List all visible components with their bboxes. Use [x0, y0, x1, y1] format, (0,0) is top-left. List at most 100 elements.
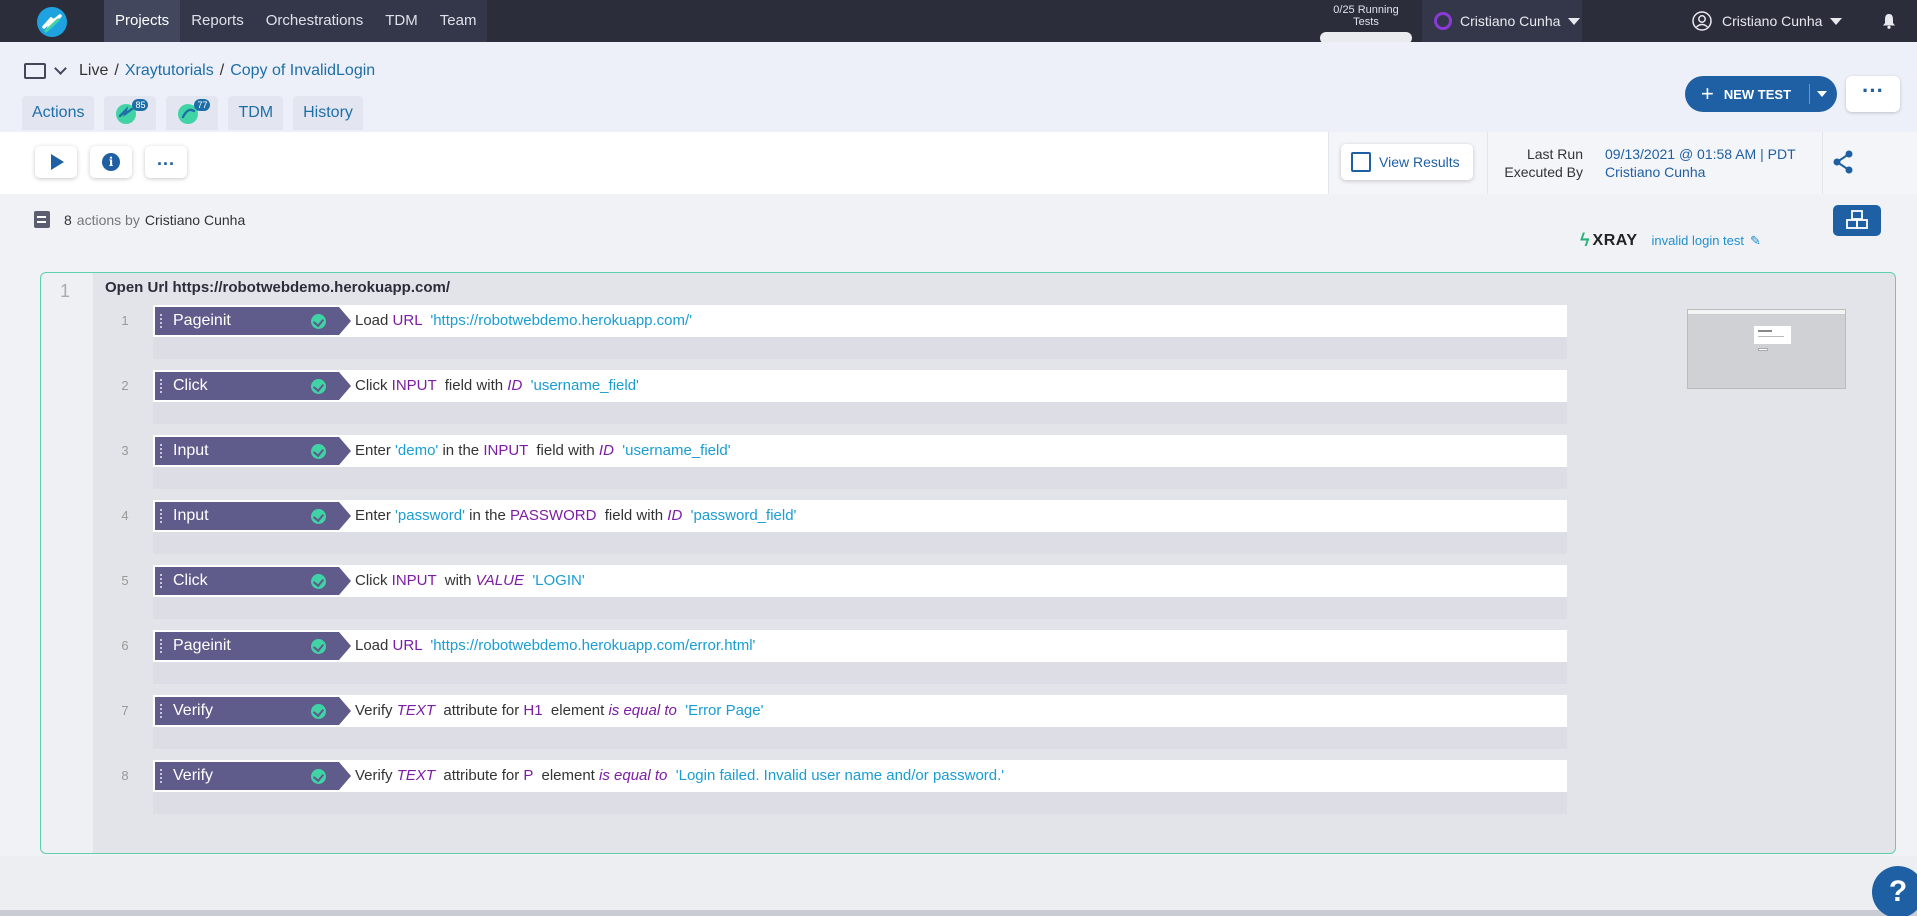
- tab-actions[interactable]: Actions: [22, 96, 95, 130]
- step-content[interactable]: Pageinit Load URL 'https://robotwebdemo.h…: [153, 305, 1567, 337]
- nav-team[interactable]: Team: [429, 0, 488, 42]
- run-values: 09/13/2021 @ 01:58 AM | PDT Cristiano Cu…: [1605, 145, 1796, 181]
- step-group-title[interactable]: Open Url https://robotwebdemo.herokuapp.…: [105, 279, 450, 296]
- step-row[interactable]: 2 Click Click INPUT field with ID 'usernam…: [105, 370, 1567, 426]
- step-content[interactable]: Input Enter 'password' in the PASSWORD fi…: [153, 500, 1567, 532]
- drag-handle-icon[interactable]: [160, 639, 163, 653]
- xray-test-name[interactable]: invalid login test: [1652, 233, 1745, 248]
- step-row[interactable]: 4 Input Enter 'password' in the PASSWORD f…: [105, 500, 1567, 556]
- step-value: 'password': [395, 507, 465, 524]
- step-content[interactable]: Pageinit Load URL 'https://robotwebdemo.h…: [153, 630, 1567, 662]
- help-button[interactable]: ?: [1872, 866, 1917, 916]
- nav-tdm[interactable]: TDM: [374, 0, 429, 42]
- step-content[interactable]: Click Click INPUT with VALUE 'LOGIN': [153, 565, 1567, 597]
- step-content[interactable]: Input Enter 'demo' in the INPUT field wit…: [153, 435, 1567, 467]
- app-logo-icon[interactable]: [36, 6, 68, 38]
- step-token: TEXT: [396, 767, 436, 784]
- step-group-index: 1: [60, 281, 71, 301]
- tab-mobile-runs[interactable]: 77: [166, 96, 219, 130]
- nav-reports[interactable]: Reports: [180, 0, 255, 42]
- breadcrumb-test[interactable]: Copy of InvalidLogin: [230, 62, 375, 80]
- tab-browser-runs[interactable]: 85: [104, 96, 157, 130]
- step-row[interactable]: 8 Verify Verify TEXT attribute for P eleme…: [105, 760, 1567, 816]
- view-results-button[interactable]: View Results: [1341, 144, 1473, 180]
- org-user-menu[interactable]: Cristiano Cunha: [1422, 0, 1582, 42]
- step-keyword[interactable]: Input: [155, 437, 351, 465]
- step-substep-area: [153, 727, 1567, 749]
- step-keyword[interactable]: Click: [155, 567, 351, 595]
- xray-link: ϟ XRAY invalid login test ✎: [1580, 230, 1761, 251]
- step-keyword[interactable]: Verify: [155, 697, 351, 725]
- account-user-menu[interactable]: Cristiano Cunha: [1692, 0, 1843, 42]
- step-content[interactable]: Verify Verify TEXT attribute for P elemen…: [153, 760, 1567, 792]
- step-description[interactable]: Load URL 'https://robotwebdemo.herokuapp…: [355, 630, 755, 662]
- actions-count: 8: [64, 211, 72, 228]
- more-options-button[interactable]: ···: [1846, 76, 1900, 112]
- integrations-button[interactable]: [1833, 205, 1881, 236]
- step-text: [667, 767, 675, 784]
- share-icon[interactable]: [1823, 142, 1863, 182]
- keyword-arrow: [339, 372, 351, 400]
- step-text: element: [542, 702, 609, 719]
- step-description[interactable]: Click INPUT with VALUE 'LOGIN': [355, 565, 585, 597]
- executed-by-value[interactable]: Cristiano Cunha: [1605, 163, 1796, 181]
- run-button[interactable]: [35, 146, 77, 178]
- step-text: Verify: [355, 767, 397, 784]
- nav-orchestrations[interactable]: Orchestrations: [255, 0, 375, 42]
- step-keyword[interactable]: Pageinit: [155, 632, 351, 660]
- executed-by-label: Executed By: [1504, 164, 1583, 180]
- step-description[interactable]: Verify TEXT attribute for H1 element is …: [355, 695, 763, 727]
- keyword-arrow: [339, 697, 351, 725]
- running-tests-indicator[interactable]: 0/25 Running Tests: [1320, 4, 1412, 44]
- pencil-icon[interactable]: ✎: [1750, 233, 1761, 249]
- drag-handle-icon[interactable]: [160, 704, 163, 718]
- last-run-value[interactable]: 09/13/2021 @ 01:58 AM | PDT: [1605, 145, 1796, 163]
- step-keyword[interactable]: Click: [155, 372, 351, 400]
- breadcrumb-project[interactable]: Xraytutorials: [125, 62, 214, 80]
- bell-icon[interactable]: [1882, 13, 1896, 29]
- step-keyword[interactable]: Input: [155, 502, 351, 530]
- drag-handle-icon[interactable]: [160, 314, 163, 328]
- drag-handle-icon[interactable]: [160, 379, 163, 393]
- drag-handle-icon[interactable]: [160, 769, 163, 783]
- info-button[interactable]: i: [90, 146, 132, 178]
- keyword-arrow: [339, 437, 351, 465]
- drag-handle-icon[interactable]: [160, 509, 163, 523]
- drag-handle-icon[interactable]: [160, 574, 163, 588]
- nav-projects[interactable]: Projects: [104, 0, 181, 42]
- step-description[interactable]: Click INPUT field with ID 'username_fiel…: [355, 370, 639, 402]
- step-substep-area: [153, 467, 1567, 489]
- step-token: is equal to: [608, 702, 677, 719]
- step-row[interactable]: 1 Pageinit Load URL 'https://robotwebdemo.…: [105, 305, 1567, 361]
- step-content[interactable]: Verify Verify TEXT attribute for H1 eleme…: [153, 695, 1567, 727]
- step-row[interactable]: 3 Input Enter 'demo' in the INPUT field wi…: [105, 435, 1567, 491]
- step-text: Enter: [355, 442, 396, 459]
- step-description[interactable]: Load URL 'https://robotwebdemo.herokuapp…: [355, 305, 692, 337]
- step-text: Verify: [355, 702, 397, 719]
- step-description[interactable]: Enter 'password' in the PASSWORD field w…: [355, 500, 796, 532]
- step-description[interactable]: Verify TEXT attribute for P element is e…: [355, 760, 1004, 792]
- step-value: 'username_field': [530, 377, 639, 394]
- toolbar-more-button[interactable]: ...: [145, 146, 187, 178]
- chevron-down-icon[interactable]: [54, 62, 67, 75]
- step-group-gutter: 1: [41, 273, 93, 853]
- test-header: Live / Xraytutorials / Copy of InvalidLo…: [0, 42, 1917, 132]
- step-keyword[interactable]: Pageinit: [155, 307, 351, 335]
- screenshot-thumbnail[interactable]: [1687, 309, 1846, 389]
- monitor-icon[interactable]: [24, 63, 46, 79]
- step-row[interactable]: 6 Pageinit Load URL 'https://robotwebdemo.…: [105, 630, 1567, 686]
- step-text: attribute for: [435, 767, 524, 784]
- step-text: Enter: [355, 507, 396, 524]
- step-description[interactable]: Enter 'demo' in the INPUT field with ID …: [355, 435, 731, 467]
- step-row[interactable]: 7 Verify Verify TEXT attribute for H1 elem…: [105, 695, 1567, 751]
- new-test-button[interactable]: + NEW TEST: [1685, 76, 1837, 112]
- step-keyword[interactable]: Verify: [155, 762, 351, 790]
- step-token: URL: [392, 312, 422, 329]
- tab-tdm[interactable]: TDM: [228, 96, 284, 130]
- drag-handle-icon[interactable]: [160, 444, 163, 458]
- tab-history[interactable]: History: [293, 96, 363, 130]
- step-content[interactable]: Click Click INPUT field with ID 'username…: [153, 370, 1567, 402]
- step-text: with: [436, 572, 476, 589]
- step-row[interactable]: 5 Click Click INPUT with VALUE 'LOGIN': [105, 565, 1567, 621]
- caret-down-icon[interactable]: [1817, 91, 1827, 97]
